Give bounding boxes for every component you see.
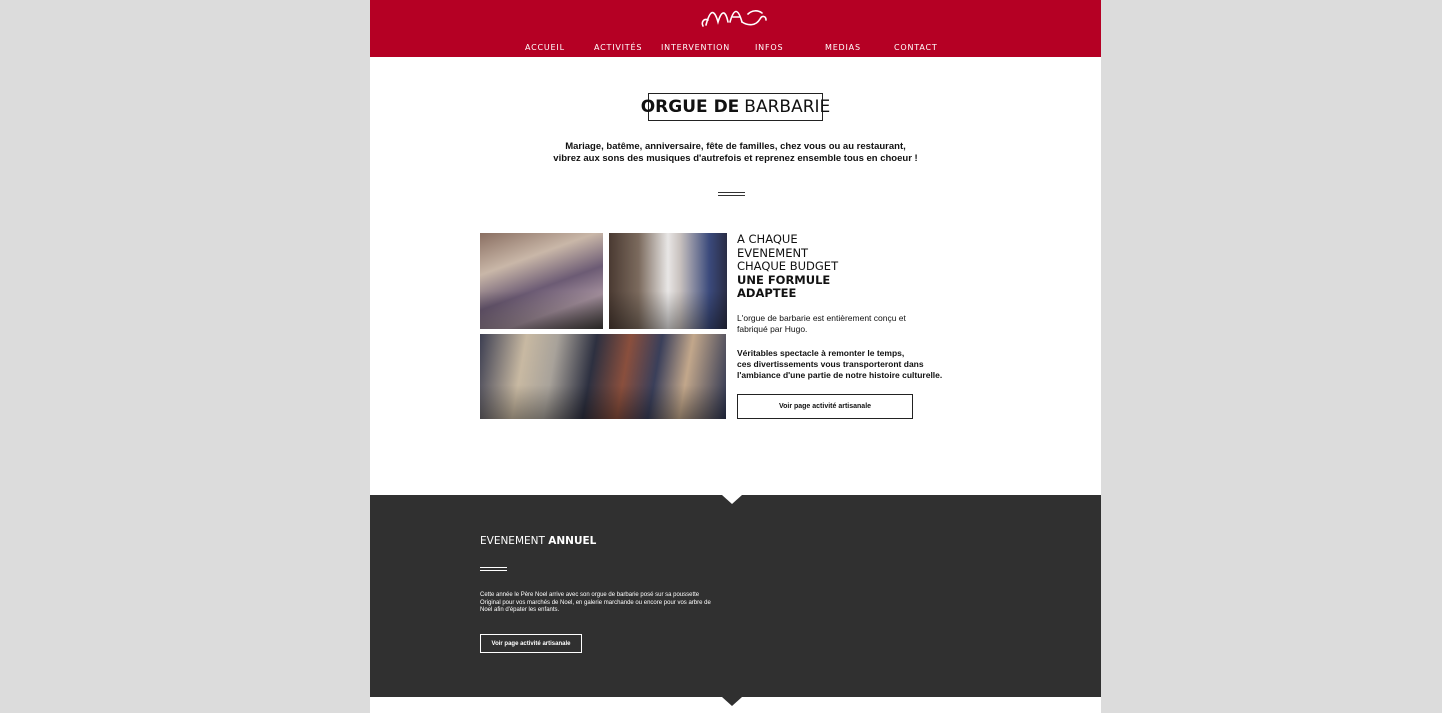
photo-street-musicians	[480, 334, 726, 419]
page-title-bold: ORGUE DE	[640, 97, 740, 117]
intro-text: Mariage, batême, anniversaire, fête de f…	[490, 141, 981, 165]
nav-item-medias[interactable]: MEDIAS	[825, 43, 861, 52]
nav-item-activites[interactable]: ACTIVITÉS	[594, 43, 642, 52]
annual-event-section: EVENEMENT ANNUEL Cette année le Père Noe…	[370, 495, 1101, 706]
annual-title-light: EVENEMENT	[480, 535, 545, 547]
annual-text-line: Cette année le Père Noel arrive avec son…	[480, 592, 700, 598]
headline-line-bold: ADAPTEE	[737, 286, 797, 300]
highlight-line: l'ambiance d'une partie de notre histoir…	[737, 369, 943, 380]
highlight-line: Véritables spectacle à remonter le temps…	[737, 347, 905, 358]
headline-line-bold: UNE FORMULE	[737, 272, 831, 287]
annual-text-line: Original pour vos marchés de Noel, en ga…	[480, 599, 711, 606]
photo-wedding-couple	[609, 233, 727, 329]
annual-title-bold: ANNUEL	[548, 535, 597, 547]
headline-line: CHAQUE BUDGET	[737, 259, 839, 273]
page: ACCUEIL ACTIVITÉS INTERVENTION INFOS MED…	[370, 0, 1101, 713]
intro-line: Mariage, batême, anniversaire, fête de f…	[565, 141, 906, 152]
feature-description: L'orgue de barbarie est entièrement conç…	[737, 312, 906, 334]
nav-item-infos[interactable]: INFOS	[755, 43, 783, 52]
annual-divider	[480, 567, 507, 571]
annual-event-title: EVENEMENT ANNUEL	[480, 535, 596, 547]
artisan-page-button[interactable]: Voir page activité artisanale	[737, 394, 913, 419]
page-title: ORGUE DE BARBARIE	[641, 93, 830, 121]
section-notch-icon	[722, 495, 742, 504]
nav-item-accueil[interactable]: ACCUEIL	[525, 43, 565, 52]
headline-line: EVENEMENT	[737, 245, 809, 260]
feature-highlight: Véritables spectacle à remonter le temps…	[737, 348, 977, 381]
page-title-light: BARBARIE	[744, 97, 831, 117]
photo-dancing-crowd	[480, 233, 603, 329]
headline-line: A CHAQUE	[737, 232, 798, 246]
feature-headline: A CHAQUE EVENEMENT CHAQUE BUDGET UNE FOR…	[737, 232, 977, 301]
feature-text: A CHAQUE EVENEMENT CHAQUE BUDGET UNE FOR…	[737, 232, 977, 381]
nav-item-intervention[interactable]: INTERVENTION	[661, 43, 730, 52]
annual-text-line: Noel afin d'épater les enfants.	[480, 607, 560, 613]
nav-item-contact[interactable]: CONTACT	[894, 43, 938, 52]
annual-artisan-button[interactable]: Voir page activité artisanale	[480, 634, 582, 653]
main-nav: ACCUEIL ACTIVITÉS INTERVENTION INFOS MED…	[370, 43, 1101, 55]
annual-event-text: Cette année le Père Noel arrive avec son…	[480, 592, 730, 615]
section-divider	[718, 192, 745, 196]
highlight-line: ces divertissements vous transporteront …	[737, 358, 924, 369]
logo-icon[interactable]	[700, 4, 770, 30]
intro-line: vibrez aux sons des musiques d'autrefois…	[553, 153, 918, 164]
section-notch-bottom-icon	[722, 697, 742, 706]
site-header: ACCUEIL ACTIVITÉS INTERVENTION INFOS MED…	[370, 0, 1101, 57]
